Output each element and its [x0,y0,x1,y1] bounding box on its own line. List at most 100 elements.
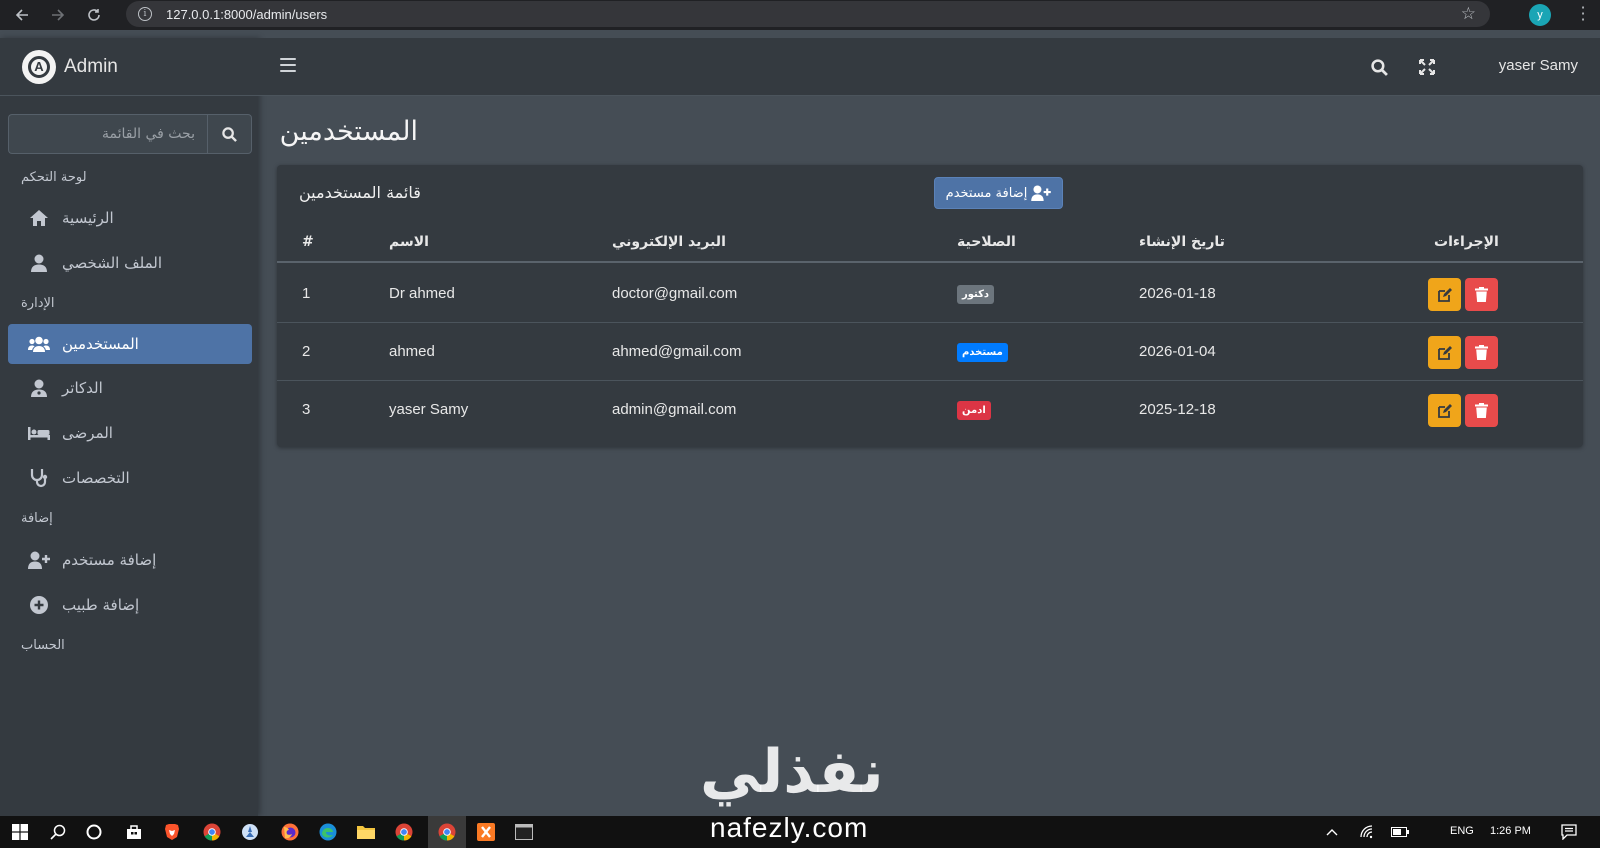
delete-button[interactable] [1465,278,1498,311]
app-icon[interactable] [238,820,262,844]
navbar-search-icon[interactable] [1368,56,1390,78]
edit-button[interactable] [1428,278,1461,311]
battery-icon[interactable] [1388,820,1412,844]
edit-icon [1437,345,1452,360]
add-user-button[interactable]: إضافة مستخدم [934,177,1063,209]
reload-icon[interactable] [80,1,108,29]
menu-header-management: الإدارة [21,296,55,311]
search-icon [222,126,237,142]
table-row: 3 yaser Samy admin@gmail.com ادمن 2025-1… [277,381,1583,439]
cell-created: 2026-01-18 [1139,285,1216,302]
role-badge: دكتور [957,285,995,304]
edit-button[interactable] [1428,336,1461,369]
menu-header-add: إضافة [21,511,53,526]
plus-circle-icon [28,594,50,616]
th-created: تاريخ الإنشاء [1139,234,1225,250]
sidebar: A Admin لوحة التحكم الرئيسية الملف الشخص… [0,38,258,816]
sidebar-item-doctors[interactable]: الدكاتر [8,368,252,408]
wifi-icon[interactable] [1356,820,1380,844]
delete-button[interactable] [1465,336,1498,369]
sidebar-item-label: الملف الشخصي [62,254,162,272]
sidebar-search [8,114,252,154]
edit-icon [1437,287,1452,302]
user-doctor-icon [28,377,50,399]
store-icon[interactable] [122,820,146,844]
top-navbar: yaser Samy [258,38,1600,96]
sidebar-item-label: إضافة مستخدم [62,551,157,569]
trash-icon [1475,287,1488,302]
users-icon [28,333,50,355]
menu-header-dashboard: لوحة التحكم [21,170,87,185]
edit-button[interactable] [1428,394,1461,427]
stethoscope-icon [28,467,50,489]
users-card: قائمة المستخدمين إضافة مستخدم # الاسم ال… [277,165,1583,447]
home-icon [28,207,50,229]
brand-logo-icon: A [22,49,56,84]
delete-button[interactable] [1465,394,1498,427]
page-title: المستخدمين [279,116,418,147]
brave-browser-icon[interactable] [160,820,184,844]
table-row: 1 Dr ahmed doctor@gmail.com دكتور 2026-0… [277,265,1583,323]
bed-icon [28,422,50,444]
language-indicator[interactable]: ENG [1450,825,1474,837]
cell-created: 2026-01-04 [1139,343,1216,360]
th-role: الصلاحية [957,234,1016,250]
table-row: 2 ahmed ahmed@gmail.com مستخدم 2026-01-0… [277,323,1583,381]
windows-start-icon[interactable] [8,820,32,844]
sidebar-item-specialties[interactable]: التخصصات [8,458,252,498]
clock-time[interactable]: 1:26 PM [1490,825,1531,837]
cell-num: 3 [302,401,311,418]
hamburger-menu-icon[interactable] [280,58,296,72]
sidebar-item-label: المستخدمين [62,335,139,353]
bookmark-star-icon[interactable]: ☆ [1461,4,1476,24]
chrome-icon[interactable] [200,820,224,844]
sidebar-item-add-doctor[interactable]: إضافة طبيب [8,585,252,625]
cell-email: doctor@gmail.com [612,285,738,302]
user-plus-icon [28,549,50,571]
edit-icon [1437,403,1452,418]
sidebar-search-input[interactable] [8,114,207,154]
file-explorer-icon[interactable] [354,820,378,844]
th-email: البريد الإلكتروني [612,234,726,250]
fullscreen-icon[interactable] [1416,56,1438,78]
sidebar-item-label: الدكاتر [62,379,103,397]
card-title: قائمة المستخدمين [299,183,421,202]
sidebar-item-patients[interactable]: المرضى [8,413,252,453]
brand-link[interactable]: A Admin [0,38,258,96]
chrome-icon[interactable] [392,820,416,844]
user-icon [28,252,50,274]
edge-icon[interactable] [316,820,340,844]
menu-header-account: الحساب [21,638,65,653]
sidebar-search-button[interactable] [207,114,252,154]
sidebar-item-label: الرئيسية [62,209,114,227]
address-bar[interactable]: i 127.0.0.1:8000/admin/users ☆ [126,1,1490,27]
taskbar-search-icon[interactable] [46,820,70,844]
browser-profile-avatar[interactable]: y [1529,4,1551,26]
tray-chevron-icon[interactable] [1320,820,1344,844]
firefox-icon[interactable] [278,820,302,844]
navbar-user-name[interactable]: yaser Samy [1499,57,1578,74]
xampp-icon[interactable] [474,820,498,844]
cortana-icon[interactable] [82,820,106,844]
forward-icon[interactable] [44,1,72,29]
table-header: # الاسم البريد الإلكتروني الصلاحية تاريخ… [277,223,1583,263]
sidebar-item-add-user[interactable]: إضافة مستخدم [8,540,252,580]
browser-menu-icon[interactable]: · · · [1580,0,1586,28]
chrome-active-icon[interactable] [435,820,459,844]
notifications-icon[interactable] [1557,820,1581,844]
back-icon[interactable] [8,1,36,29]
trash-icon [1475,403,1488,418]
sidebar-item-label: إضافة طبيب [62,596,140,614]
sidebar-item-home[interactable]: الرئيسية [8,198,252,238]
sidebar-item-profile[interactable]: الملف الشخصي [8,243,252,283]
role-badge: ادمن [957,401,991,420]
url-text: 127.0.0.1:8000/admin/users [166,6,328,22]
sidebar-item-users[interactable]: المستخدمين [8,324,252,364]
info-icon[interactable]: i [138,7,152,21]
th-actions: الإجراءات [1434,234,1499,250]
cell-created: 2025-12-18 [1139,401,1216,418]
watermark-latin: nafezly.com [710,812,869,843]
cell-name: Dr ahmed [389,285,455,302]
cell-num: 2 [302,343,311,360]
terminal-icon[interactable] [512,820,536,844]
